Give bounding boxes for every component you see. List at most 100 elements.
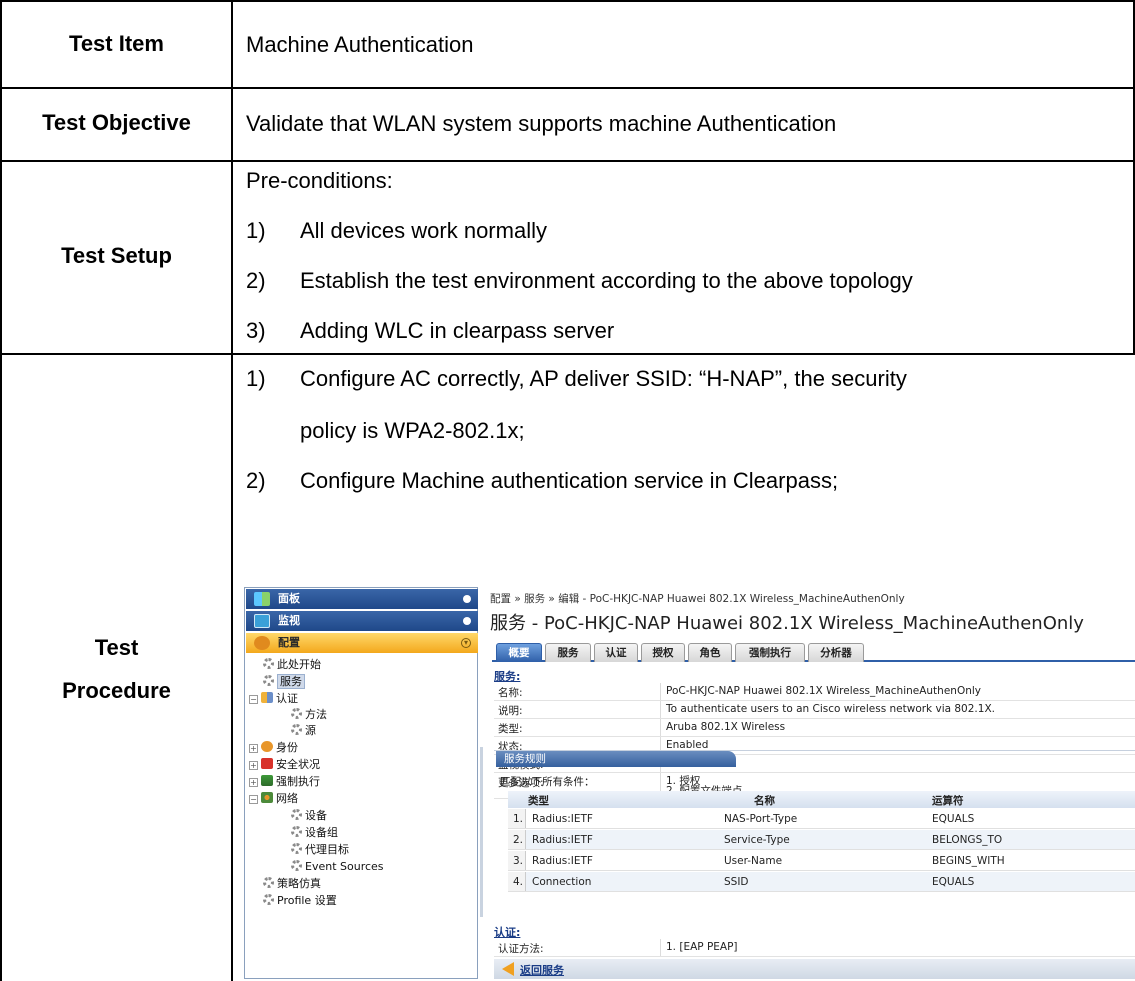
tree-item-services[interactable]: 服务 (263, 674, 305, 689)
table-column-divider (231, 0, 233, 981)
field-description: 说明: To authenticate users to an Cisco wir… (494, 701, 1135, 719)
pane-splitter[interactable] (480, 747, 483, 917)
cell-type: Radius:IETF (532, 813, 593, 825)
config-icon (254, 636, 270, 650)
tree-item-devices[interactable]: 设备 (291, 809, 327, 823)
field-label: 名称: (498, 687, 523, 699)
tab-roles[interactable]: 角色 (688, 643, 732, 662)
gear-icon (263, 658, 274, 669)
tree-item-label: 网络 (276, 792, 298, 805)
gear-icon (263, 675, 274, 686)
tree-item-label: 方法 (305, 708, 327, 721)
tree-item-authentication[interactable]: − 认证 (249, 692, 298, 706)
rules-match-caption: 匹配以下所有条件： (500, 776, 595, 788)
collapse-toggle[interactable]: − (249, 795, 258, 804)
table-row[interactable]: 3. Radius:IETF User-Name BEGINS_WITH (508, 851, 1135, 871)
procedure-step-text: Configure Machine authentication service… (300, 468, 839, 493)
table-row-divider (0, 160, 1135, 162)
tab-authorization[interactable]: 授权 (641, 643, 685, 662)
service-rules-tab: 服务规则 (496, 751, 736, 767)
tree-item-posture[interactable]: + 安全状况 (249, 758, 320, 772)
chevron-down-icon: ▾ (461, 638, 471, 648)
tree-item-start-here[interactable]: 此处开始 (263, 658, 321, 672)
tree-item-profile-settings[interactable]: Profile 设置 (263, 894, 337, 908)
tree-item-identity[interactable]: + 身份 (249, 741, 298, 755)
test-item-label: Test Item (69, 31, 164, 56)
field-divider (660, 719, 661, 736)
tab-authentication[interactable]: 认证 (594, 643, 638, 662)
back-link-label: 返回服务 (520, 964, 564, 977)
tree-item-label: Profile 设置 (277, 894, 337, 907)
col-type-header: 类型 (528, 795, 549, 807)
cell-name: SSID (724, 876, 749, 888)
rules-table-header: 类型 名称 运算符 (508, 791, 1135, 808)
field-divider (660, 683, 661, 700)
row-number: 4. (508, 872, 526, 891)
tab-service[interactable]: 服务 (545, 643, 591, 662)
nav-dashboard[interactable]: 面板 (246, 589, 478, 609)
config-nav-panel: 面板 监视 配置 ▾ 此处开始 服务 − 认证 方法 源 + 身份 + 安全状况 + 强… (244, 587, 478, 979)
tab-summary[interactable]: 概要 (496, 643, 542, 662)
setup-step-text: Establish the test environment according… (300, 268, 913, 293)
cell-type: Radius:IETF (532, 834, 593, 846)
tree-item-event-sources[interactable]: Event Sources (291, 860, 384, 874)
gear-icon (291, 809, 302, 820)
table-row[interactable]: 4. Connection SSID EQUALS (508, 872, 1135, 892)
setup-step-text: Adding WLC in clearpass server (300, 318, 615, 343)
tree-item-label: 策略仿真 (277, 877, 321, 890)
table-row[interactable]: 1. Radius:IETF NAS-Port-Type EQUALS (508, 809, 1135, 829)
bullet-icon (463, 617, 471, 625)
tree-item-label: 源 (305, 724, 316, 737)
back-arrow-icon (502, 962, 514, 976)
test-case-table: Test Item Machine Authentication Test Ob… (0, 0, 1135, 981)
tree-item-policy-simulation[interactable]: 策略仿真 (263, 877, 321, 891)
gear-icon (291, 860, 302, 871)
field-value: To authenticate users to an Cisco wirele… (666, 703, 995, 715)
tree-item-enforcement[interactable]: + 强制执行 (249, 775, 320, 789)
clearpass-screenshot: 面板 监视 配置 ▾ 此处开始 服务 − 认证 方法 源 + 身份 + 安全状况 + 强… (244, 587, 1135, 979)
procedure-step-number: 2) (246, 468, 266, 493)
collapse-toggle[interactable]: − (249, 695, 258, 704)
expand-toggle[interactable]: + (249, 744, 258, 753)
tree-item-methods[interactable]: 方法 (291, 708, 327, 722)
cell-name: Service-Type (724, 834, 790, 846)
field-label: 认证方法: (498, 943, 544, 955)
tab-profiler[interactable]: 分析器 (808, 643, 864, 662)
field-value: Aruba 802.1X Wireless (666, 721, 786, 733)
cell-operator: BEGINS_WITH (932, 855, 1005, 867)
procedure-step-number: 1) (246, 366, 266, 391)
procedure-step-text: Configure AC correctly, AP deliver SSID:… (300, 366, 907, 391)
tree-item-device-groups[interactable]: 设备组 (291, 826, 338, 840)
col-name-header: 名称 (754, 795, 775, 807)
nav-monitor[interactable]: 监视 (246, 611, 478, 631)
tree-item-sources[interactable]: 源 (291, 724, 316, 738)
tree-item-label: 设备组 (305, 826, 338, 839)
table-row[interactable]: 2. Radius:IETF Service-Type BELONGS_TO (508, 830, 1135, 850)
expand-toggle[interactable]: + (249, 761, 258, 770)
test-procedure-label-line1: Test (94, 635, 139, 660)
row-number: 2. (508, 830, 526, 849)
col-operator-header: 运算符 (932, 795, 964, 807)
tree-item-label: 认证 (276, 692, 298, 705)
tree-item-label: 身份 (276, 741, 298, 754)
auth-section-heading: 认证: (494, 926, 521, 939)
tree-item-network[interactable]: − 网络 (249, 792, 298, 806)
tree-item-proxy-targets[interactable]: 代理目标 (291, 843, 349, 857)
service-rules-panel: 服务规则 匹配以下所有条件： 类型 名称 运算符 1. Radius:IETF … (494, 750, 1135, 900)
setup-step-number: 3) (246, 318, 266, 343)
nav-monitor-label: 监视 (278, 614, 300, 627)
test-objective-label: Test Objective (42, 110, 191, 135)
network-icon (261, 792, 273, 803)
test-objective-value: Validate that WLAN system supports machi… (246, 111, 837, 136)
row-number: 1. (508, 809, 526, 828)
table-row-divider (0, 353, 1135, 355)
cell-operator: EQUALS (932, 876, 975, 888)
expand-toggle[interactable]: + (249, 778, 258, 787)
nav-config-label: 配置 (278, 636, 300, 649)
bullet-icon (463, 595, 471, 603)
back-to-services-link[interactable]: 返回服务 (494, 959, 1135, 979)
tab-enforcement[interactable]: 强制执行 (735, 643, 805, 662)
preconditions-heading: Pre-conditions: (246, 168, 393, 193)
gear-icon (263, 877, 274, 888)
nav-config[interactable]: 配置 ▾ (246, 633, 478, 653)
